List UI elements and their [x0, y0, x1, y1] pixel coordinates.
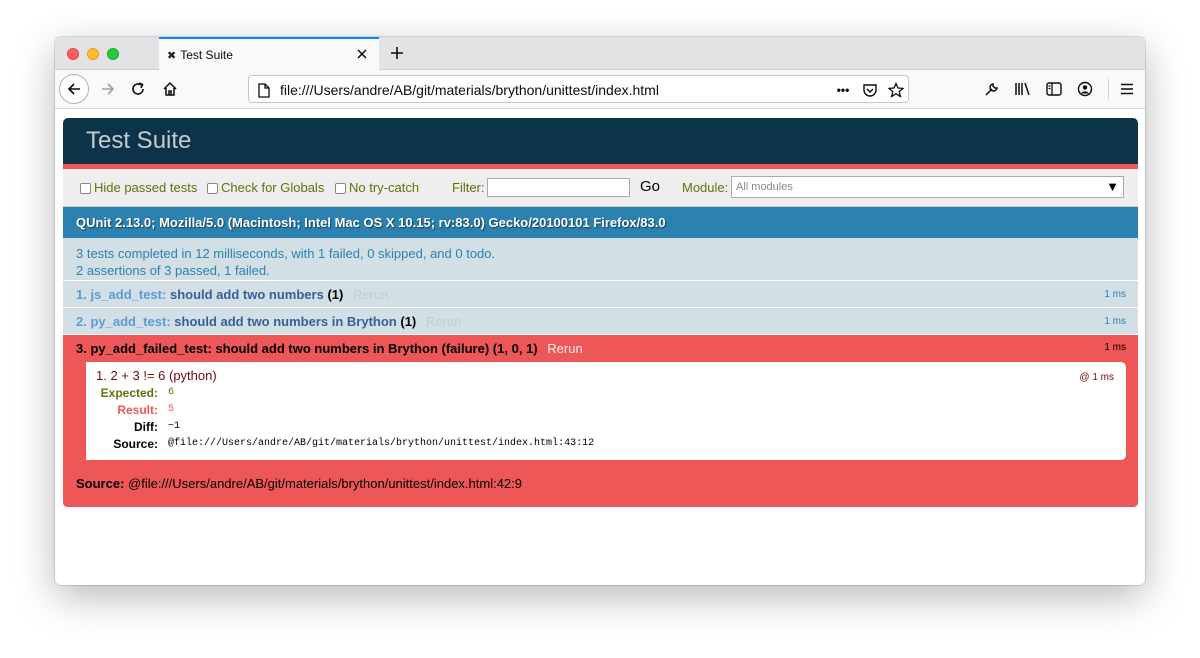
result-assertions: 2 assertions of 3 passed, 1 failed.: [76, 263, 270, 278]
expected-label: Expected:: [100, 386, 158, 400]
hamburger-menu-icon[interactable]: [1114, 76, 1140, 102]
test-module: js_add_test:: [90, 287, 167, 302]
wrench-icon[interactable]: [979, 76, 1005, 102]
tab-title: Test Suite: [180, 48, 233, 62]
result-label: Result:: [117, 403, 158, 417]
checkbox-box[interactable]: [80, 183, 91, 194]
module-selected-value: All modules: [736, 181, 793, 193]
failed-test-title[interactable]: 3. py_add_failed_test: should add two nu…: [76, 341, 489, 356]
assertion-message: 1. 2 + 3 != 6 (python): [96, 368, 217, 383]
count-sep: ,: [504, 341, 512, 356]
source-label: Source:: [113, 437, 158, 451]
page-content: Test Suite Hide passed tests Check for G…: [55, 110, 1145, 585]
go-button[interactable]: Go: [640, 178, 660, 195]
more-dots-icon[interactable]: •••: [834, 81, 852, 99]
hide-passed-checkbox[interactable]: Hide passed tests: [80, 180, 197, 195]
qunit-header: Test Suite: [63, 118, 1138, 169]
page-icon: [255, 81, 273, 99]
filter-input[interactable]: [487, 178, 630, 197]
result-row: Result: 5: [96, 402, 1116, 418]
expected-value: 6: [168, 387, 175, 398]
check-globals-checkbox[interactable]: Check for Globals: [207, 180, 324, 195]
test-item[interactable]: 2. py_add_test: should add two numbers i…: [63, 308, 1138, 335]
count-paren: (: [489, 341, 498, 356]
hide-passed-label[interactable]: Hide passed tests: [94, 180, 197, 195]
window-close-button[interactable]: [67, 48, 79, 60]
test-number: 2.: [76, 314, 87, 329]
checkbox-box[interactable]: [335, 183, 346, 194]
no-try-catch-checkbox[interactable]: No try-catch: [335, 180, 419, 195]
home-icon[interactable]: [155, 74, 185, 104]
test-runtime: 1 ms: [1104, 289, 1126, 300]
check-globals-label[interactable]: Check for Globals: [221, 180, 324, 195]
test-count: (1): [327, 287, 344, 302]
account-icon[interactable]: [1072, 76, 1098, 102]
star-icon[interactable]: [887, 81, 905, 99]
pocket-icon[interactable]: [861, 81, 879, 99]
qunit-useragent: QUnit 2.13.0; Mozilla/5.0 (Macintosh; In…: [63, 207, 1138, 238]
reload-icon[interactable]: [123, 74, 153, 104]
qunit-toolbar: Hide passed tests Check for Globals No t…: [63, 169, 1138, 207]
diff-row: Diff: −1: [96, 419, 1116, 435]
tab-strip: ✖ Test Suite: [55, 37, 1145, 71]
back-arrow-icon[interactable]: [59, 74, 89, 104]
navigation-toolbar: file:///Users/andre/AB/git/materials/bry…: [55, 70, 1145, 109]
failed-test-item[interactable]: 3. py_add_failed_test: should add two nu…: [63, 335, 1138, 508]
test-source-label: Source:: [76, 476, 125, 491]
assertion-time: @ 1 ms: [1079, 372, 1114, 383]
source-row: Source: @file:///Users/andre/AB/git/mate…: [96, 436, 1116, 452]
toolbar-separator: [1108, 79, 1109, 99]
test-source-value: @file:///Users/andre/AB/git/materials/br…: [124, 476, 523, 491]
library-icon[interactable]: [1010, 76, 1036, 102]
module-select[interactable]: All modules ▼: [731, 176, 1124, 198]
close-icon[interactable]: [353, 45, 371, 63]
expected-row: Expected: 6: [96, 385, 1116, 401]
rerun-link[interactable]: Rerun: [353, 287, 388, 302]
diff-value: −1: [168, 421, 181, 432]
tab-favicon: ✖: [167, 49, 177, 62]
count-sep: ,: [518, 341, 527, 356]
test-name[interactable]: should add two numbers in Brython: [174, 314, 396, 329]
page-title[interactable]: Test Suite: [86, 127, 191, 154]
url-bar[interactable]: file:///Users/andre/AB/git/materials/bry…: [248, 75, 909, 103]
assertion-detail: 1. 2 + 3 != 6 (python) @ 1 ms Expected: …: [76, 362, 1126, 460]
source-value: @file:///Users/andre/AB/git/materials/br…: [168, 438, 595, 449]
sidebar-icon[interactable]: [1041, 76, 1067, 102]
window-maximize-button[interactable]: [107, 48, 119, 60]
forward-arrow-icon[interactable]: [93, 74, 123, 104]
test-item[interactable]: 1. js_add_test: should add two numbers (…: [63, 281, 1138, 308]
passed-count: 0: [511, 341, 519, 356]
test-runtime: 1 ms: [1104, 316, 1126, 327]
browser-window: ✖ Test Suite file:///Users/andre/AB/git/…: [55, 37, 1145, 585]
test-module: py_add_test:: [90, 314, 171, 329]
tab-test-suite[interactable]: ✖ Test Suite: [159, 37, 379, 71]
test-count: (1): [400, 314, 417, 329]
count-paren: ): [533, 341, 538, 356]
chevron-down-icon[interactable]: ▼: [1106, 177, 1119, 197]
test-name[interactable]: should add two numbers: [170, 287, 324, 302]
checkbox-box[interactable]: [207, 183, 218, 194]
plus-icon[interactable]: [387, 43, 407, 63]
rerun-link[interactable]: Rerun: [426, 314, 461, 329]
module-label: Module:: [682, 180, 729, 195]
result-value: 5: [168, 404, 175, 415]
filter-label: Filter:: [452, 180, 485, 195]
diff-label: Diff:: [134, 420, 158, 434]
no-try-catch-label[interactable]: No try-catch: [349, 180, 419, 195]
rerun-link[interactable]: Rerun: [547, 341, 582, 356]
test-source: Source: @file:///Users/andre/AB/git/mate…: [76, 470, 1138, 497]
qunit-container: Test Suite Hide passed tests Check for G…: [63, 118, 1138, 508]
qunit-test-result: 3 tests completed in 12 milliseconds, wi…: [63, 238, 1138, 281]
test-number: 1.: [76, 287, 87, 302]
result-summary: 3 tests completed in 12 milliseconds, wi…: [76, 246, 496, 261]
url-text[interactable]: file:///Users/andre/AB/git/materials/bry…: [280, 82, 659, 98]
test-runtime: 1 ms: [1104, 342, 1126, 353]
window-minimize-button[interactable]: [87, 48, 99, 60]
